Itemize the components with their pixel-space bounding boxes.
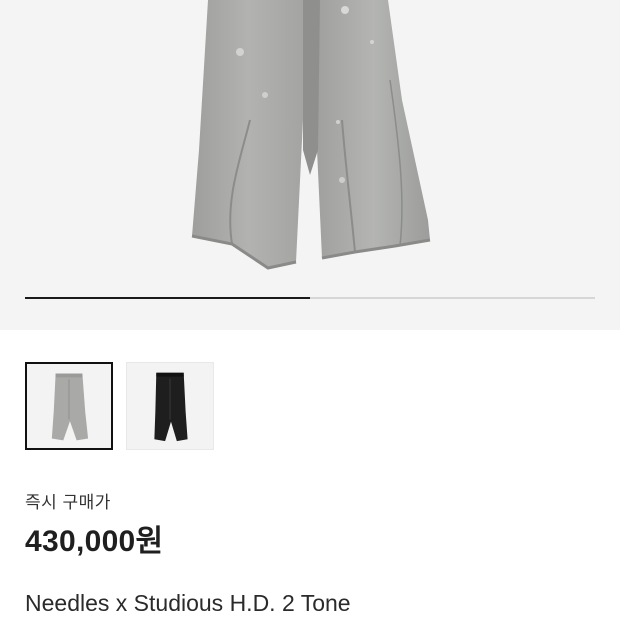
product-detail-page: 즉시 구매가 430,000원 Needles x Studious H.D. … <box>0 0 620 620</box>
black-sweatpants-icon <box>154 372 188 442</box>
thumbnail-gray-pants[interactable] <box>25 362 113 450</box>
gray-sweatpants-photo <box>191 0 431 270</box>
product-image-carousel[interactable] <box>0 0 620 330</box>
instant-buy-price-label: 즉시 구매가 <box>25 493 111 512</box>
price-value: 430,000원 <box>25 525 164 558</box>
gray-sweatpants-icon <box>51 373 89 441</box>
product-title: Needles x Studious H.D. 2 Tone <box>25 590 351 616</box>
thumbnail-black-pants[interactable] <box>126 362 214 450</box>
image-progress-fill <box>25 297 310 299</box>
image-progress-bar <box>25 297 595 299</box>
